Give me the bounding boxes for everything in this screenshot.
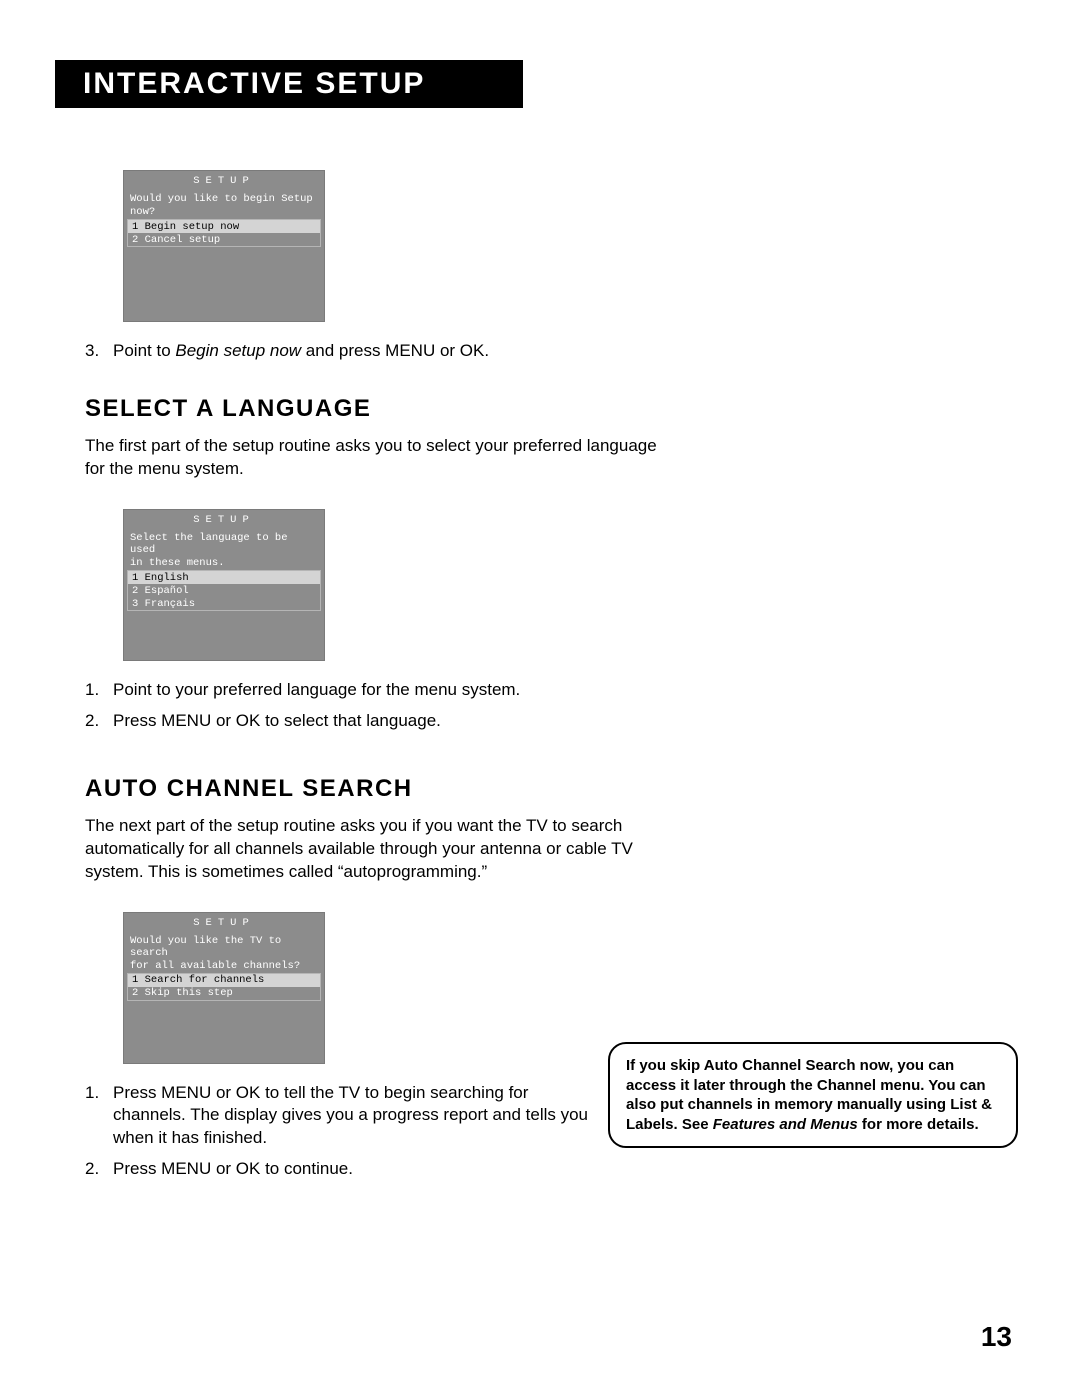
title-bar: INTERACTIVE SETUP bbox=[55, 60, 523, 108]
note-text-bold: for more details. bbox=[858, 1116, 979, 1133]
section-heading-autosearch: AUTO CHANNEL SEARCH bbox=[85, 775, 1005, 803]
osd-option-selected: 1 English bbox=[128, 571, 320, 584]
osd-option-list: 1 English 2 Español 3 Français bbox=[127, 570, 321, 611]
osd-option: 2 Skip this step bbox=[128, 987, 320, 1000]
osd-begin-setup: SETUP Would you like to begin Setup now?… bbox=[123, 170, 325, 322]
osd-prompt-line: in these menus. bbox=[124, 557, 324, 570]
step-number: 1. bbox=[85, 1082, 113, 1151]
osd-prompt-line: Would you like the TV to search bbox=[124, 935, 324, 960]
step-text: Press MENU or OK to select that language… bbox=[113, 710, 441, 733]
step-number: 2. bbox=[85, 1158, 113, 1181]
note-text-bold-italic: Features and Menus bbox=[713, 1116, 858, 1133]
step-text: Press MENU or OK to continue. bbox=[113, 1158, 353, 1181]
note-box: If you skip Auto Channel Search now, you… bbox=[608, 1042, 1018, 1148]
step-text: Point to Begin setup now and press MENU … bbox=[113, 340, 489, 363]
osd-select-language: SETUP Select the language to be used in … bbox=[123, 509, 325, 661]
page-number: 13 bbox=[981, 1321, 1012, 1353]
osd-prompt-line: Select the language to be used bbox=[124, 532, 324, 557]
step-text: Point to your preferred language for the… bbox=[113, 679, 520, 702]
section-body: The first part of the setup routine asks… bbox=[85, 435, 675, 481]
osd-option-list: 1 Search for channels 2 Skip this step bbox=[127, 973, 321, 1001]
osd-prompt-line: for all available channels? bbox=[124, 960, 324, 973]
title-bar-text: INTERACTIVE SETUP bbox=[83, 67, 425, 101]
step-number: 2. bbox=[85, 710, 113, 733]
osd-option-list: 1 Begin setup now 2 Cancel setup bbox=[127, 219, 321, 247]
step-number: 3. bbox=[85, 340, 113, 363]
osd-title: SETUP bbox=[124, 175, 324, 187]
osd-option: 2 Cancel setup bbox=[128, 233, 320, 246]
osd-option-selected: 1 Begin setup now bbox=[128, 220, 320, 233]
step-text: Press MENU or OK to tell the TV to begin… bbox=[113, 1082, 593, 1151]
osd-option: 3 Français bbox=[128, 597, 320, 610]
osd-title: SETUP bbox=[124, 514, 324, 526]
step-number: 1. bbox=[85, 679, 113, 702]
section-body: The next part of the setup routine asks … bbox=[85, 815, 675, 884]
instruction-list: 1. Point to your preferred language for … bbox=[85, 679, 1005, 733]
osd-title: SETUP bbox=[124, 917, 324, 929]
section-heading-language: SELECT A LANGUAGE bbox=[85, 395, 1005, 423]
instruction-list: 1. Press MENU or OK to tell the TV to be… bbox=[85, 1082, 645, 1182]
osd-channel-search: SETUP Would you like the TV to search fo… bbox=[123, 912, 325, 1064]
osd-option: 2 Español bbox=[128, 584, 320, 597]
instruction-step: 3. Point to Begin setup now and press ME… bbox=[85, 340, 1005, 363]
osd-prompt-line: Would you like to begin Setup bbox=[124, 193, 324, 206]
osd-option-selected: 1 Search for channels bbox=[128, 974, 320, 987]
osd-prompt-line: now? bbox=[124, 206, 324, 219]
